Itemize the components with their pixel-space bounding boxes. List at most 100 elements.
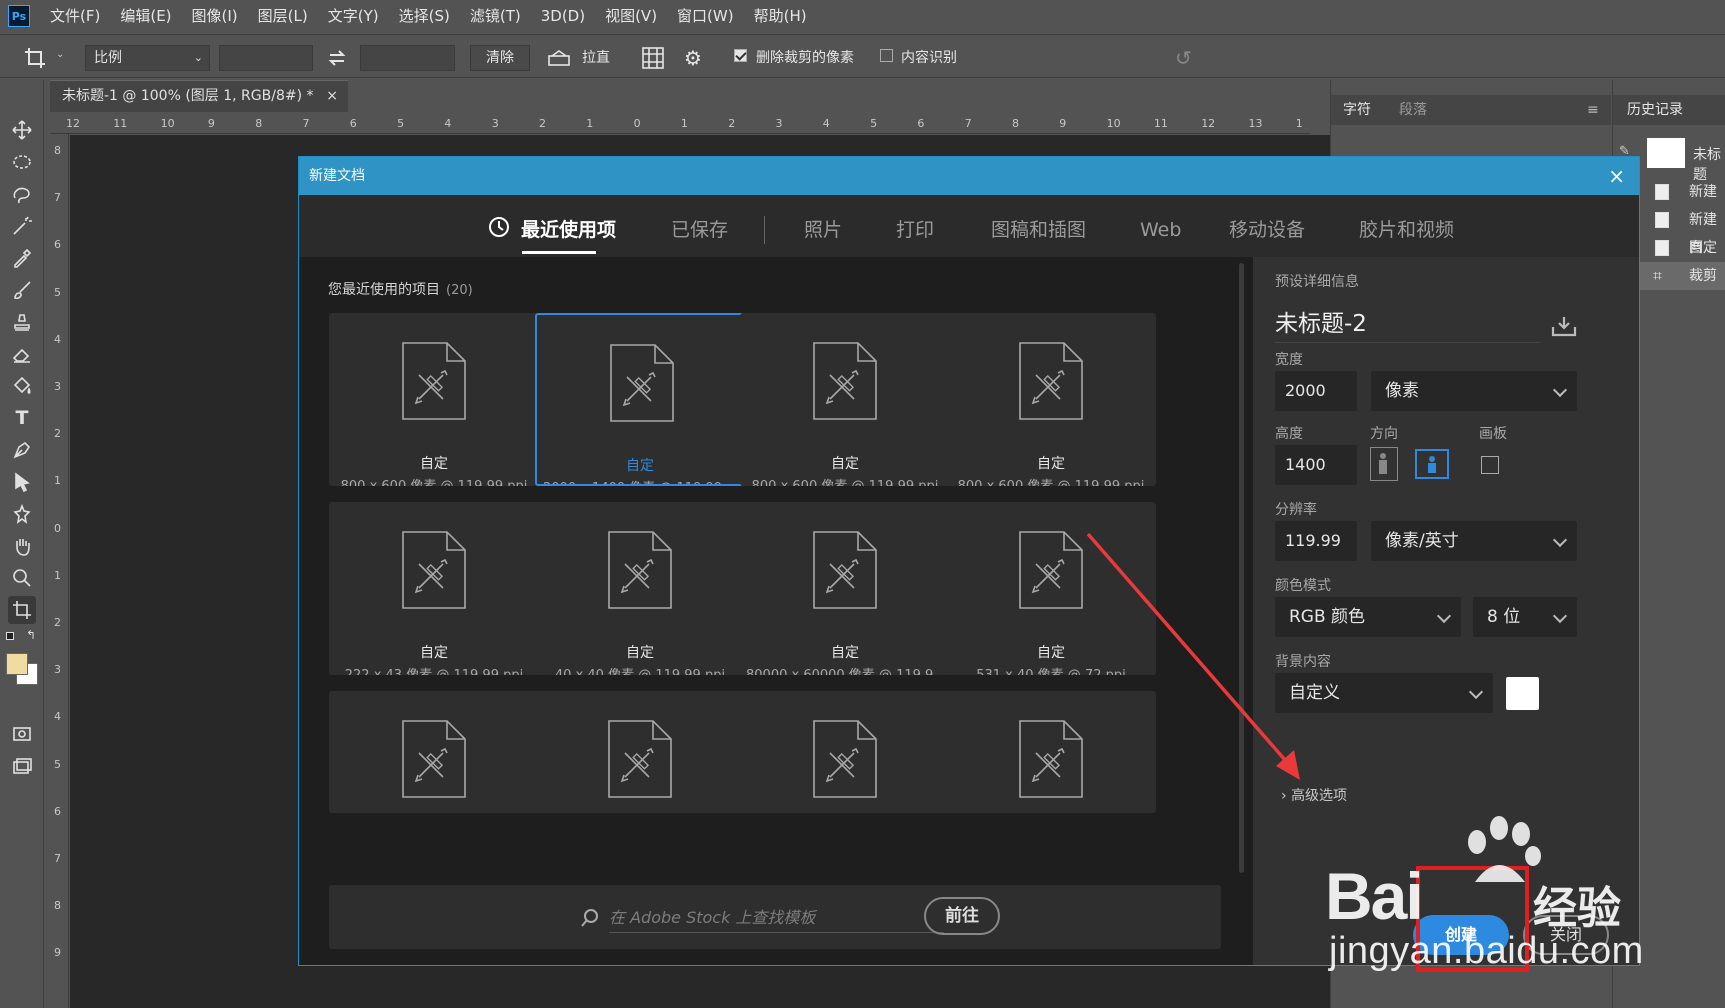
tab-web[interactable]: Web xyxy=(1140,195,1181,265)
tab-print[interactable]: 打印 xyxy=(896,195,934,265)
menu-layer[interactable]: 图层(L) xyxy=(248,0,318,32)
preset-name-input[interactable]: 未标题-2 xyxy=(1275,305,1540,343)
shape-tool-icon[interactable] xyxy=(8,500,36,528)
menu-image[interactable]: 图像(I) xyxy=(182,0,248,32)
preset-card[interactable]: 自定 80000 x 60000 像素 @ 119.9... xyxy=(740,502,950,675)
swap-icon[interactable] xyxy=(327,49,347,67)
width-input[interactable]: 2000 xyxy=(1275,371,1357,411)
ps-logo-icon[interactable]: Ps xyxy=(8,5,30,27)
ruler-tick-label: 11 xyxy=(1153,117,1168,130)
marquee-tool-icon[interactable] xyxy=(8,148,36,176)
ruler-tick-label: 12 xyxy=(66,117,80,130)
lasso-tool-icon[interactable] xyxy=(8,180,36,208)
gear-icon[interactable]: ⚙ xyxy=(684,46,708,70)
ratio-height-input[interactable] xyxy=(360,45,455,71)
default-colors-icon[interactable] xyxy=(6,632,14,640)
stamp-tool-icon[interactable] xyxy=(8,308,36,336)
delete-cropped-checkbox[interactable] xyxy=(734,49,747,62)
grid-overlay-icon[interactable] xyxy=(641,46,665,70)
ratio-width-input[interactable] xyxy=(219,45,313,71)
preset-card[interactable]: 自定 222 x 43 像素 @ 119.99 ppi xyxy=(329,502,539,675)
width-unit-select[interactable]: 像素 xyxy=(1371,371,1577,411)
goto-button[interactable]: 前往 xyxy=(924,897,1000,935)
tab-paragraph[interactable]: 段落 xyxy=(1399,95,1427,125)
tab-divider xyxy=(764,216,765,244)
zoom-tool-icon[interactable] xyxy=(8,564,36,592)
content-aware-checkbox[interactable] xyxy=(880,49,893,62)
tab-photo[interactable]: 照片 xyxy=(804,195,842,265)
type-tool-icon[interactable]: T xyxy=(8,404,36,432)
preset-card[interactable]: 自定 40 x 40 像素 @ 119.99 ppi xyxy=(535,502,745,675)
stock-search-input[interactable]: 在 Adobe Stock 上查找模板 xyxy=(609,903,944,933)
preset-card[interactable] xyxy=(535,691,745,813)
resolution-unit-select[interactable]: 像素/英寸 xyxy=(1371,521,1577,561)
preset-card-dimensions: 2000 x 1400 像素 @ 119.99 ppi xyxy=(537,477,743,484)
bit-depth-select[interactable]: 8 位 xyxy=(1473,597,1577,637)
menu-view[interactable]: 视图(V) xyxy=(595,0,667,32)
ruler-tick-label: 10 xyxy=(160,117,175,130)
hand-tool-icon[interactable] xyxy=(8,532,36,560)
eraser-tool-icon[interactable] xyxy=(8,340,36,368)
tab-saved[interactable]: 已保存 xyxy=(671,195,728,265)
menu-edit[interactable]: 编辑(E) xyxy=(110,0,181,32)
clear-button[interactable]: 清除 xyxy=(470,45,530,71)
menu-3d[interactable]: 3D(D) xyxy=(531,0,595,32)
tab-history[interactable]: 历史记录 xyxy=(1627,95,1683,125)
resolution-label: 分辨率 xyxy=(1275,502,1317,518)
reset-icon[interactable]: ↺ xyxy=(1175,46,1199,70)
move-tool-icon[interactable] xyxy=(8,116,36,144)
artboard-checkbox[interactable] xyxy=(1481,456,1499,474)
menu-filter[interactable]: 滤镜(T) xyxy=(460,0,531,32)
landscape-orientation-icon[interactable] xyxy=(1415,449,1449,479)
preset-card[interactable]: 自定 800 x 600 像素 @ 119.99 ppi xyxy=(946,313,1156,486)
crop-tool-icon[interactable] xyxy=(8,596,36,624)
menu-select[interactable]: 选择(S) xyxy=(389,0,460,32)
path-select-tool-icon[interactable] xyxy=(8,468,36,496)
tab-recent[interactable]: 最近使用项 xyxy=(521,195,616,265)
quick-mask-icon[interactable] xyxy=(8,720,36,748)
ratio-select[interactable]: 比例 ⌄ xyxy=(85,45,210,71)
dialog-title-bar: 新建文档 × xyxy=(299,157,1639,195)
document-tab-close-icon[interactable]: × xyxy=(326,81,338,111)
dialog-close-icon[interactable]: × xyxy=(1608,157,1625,195)
menu-type[interactable]: 文字(Y) xyxy=(318,0,389,32)
chevron-down-icon: ⌄ xyxy=(193,51,203,64)
tab-film-video[interactable]: 胶片和视频 xyxy=(1359,195,1454,265)
preset-card-dimensions: 222 x 43 像素 @ 119.99 ppi xyxy=(329,664,539,675)
eyedropper-tool-icon[interactable] xyxy=(8,244,36,272)
preset-card-name: 自定 xyxy=(831,645,859,661)
magic-wand-tool-icon[interactable] xyxy=(8,212,36,240)
swap-colors-icon[interactable]: ↰ xyxy=(26,628,36,642)
paint-bucket-tool-icon[interactable] xyxy=(8,372,36,400)
straighten-label[interactable]: 拉直 xyxy=(582,45,610,71)
pen-tool-icon[interactable] xyxy=(8,436,36,464)
preset-chevron-down-icon[interactable]: ⌄ xyxy=(56,49,64,60)
preset-card[interactable]: 自定 2000 x 1400 像素 @ 119.99 ppi xyxy=(535,313,745,486)
panel-menu-icon[interactable]: ≡ xyxy=(1587,95,1599,125)
brush-tool-icon[interactable] xyxy=(8,276,36,304)
portrait-orientation-icon[interactable] xyxy=(1370,447,1398,481)
screen-mode-icon[interactable] xyxy=(8,752,36,780)
preset-card[interactable] xyxy=(329,691,539,813)
history-item-label: 新建 xyxy=(1689,184,1717,200)
height-input[interactable]: 1400 xyxy=(1275,445,1357,485)
menu-file[interactable]: 文件(F) xyxy=(40,0,110,32)
delete-cropped-label[interactable]: 删除裁剪的像素 xyxy=(756,45,854,71)
tab-character[interactable]: 字符 xyxy=(1343,95,1371,125)
save-preset-icon[interactable] xyxy=(1551,315,1577,337)
menu-help[interactable]: 帮助(H) xyxy=(744,0,817,32)
document-tab[interactable]: 未标题-1 @ 100% (图层 1, RGB/8#) * × xyxy=(50,80,348,112)
tab-mobile[interactable]: 移动设备 xyxy=(1229,195,1305,265)
preset-card[interactable]: 自定 800 x 600 像素 @ 119.99 ppi xyxy=(329,313,539,486)
recent-items-label: 您最近使用的项目 (20) xyxy=(328,279,473,299)
content-aware-label[interactable]: 内容识别 xyxy=(901,45,957,71)
ruler-tick-label: 5 xyxy=(397,117,405,130)
foreground-color-swatch[interactable] xyxy=(6,653,28,675)
background-color-swatch[interactable] xyxy=(1506,677,1539,710)
crop-tool-preset-icon[interactable] xyxy=(22,45,48,71)
preset-card[interactable] xyxy=(740,691,950,813)
straighten-icon[interactable] xyxy=(547,48,571,68)
menu-window[interactable]: 窗口(W) xyxy=(667,0,744,32)
tab-art-illustration[interactable]: 图稿和插图 xyxy=(991,195,1086,265)
preset-card[interactable]: 自定 800 x 600 像素 @ 119.99 ppi xyxy=(740,313,950,486)
